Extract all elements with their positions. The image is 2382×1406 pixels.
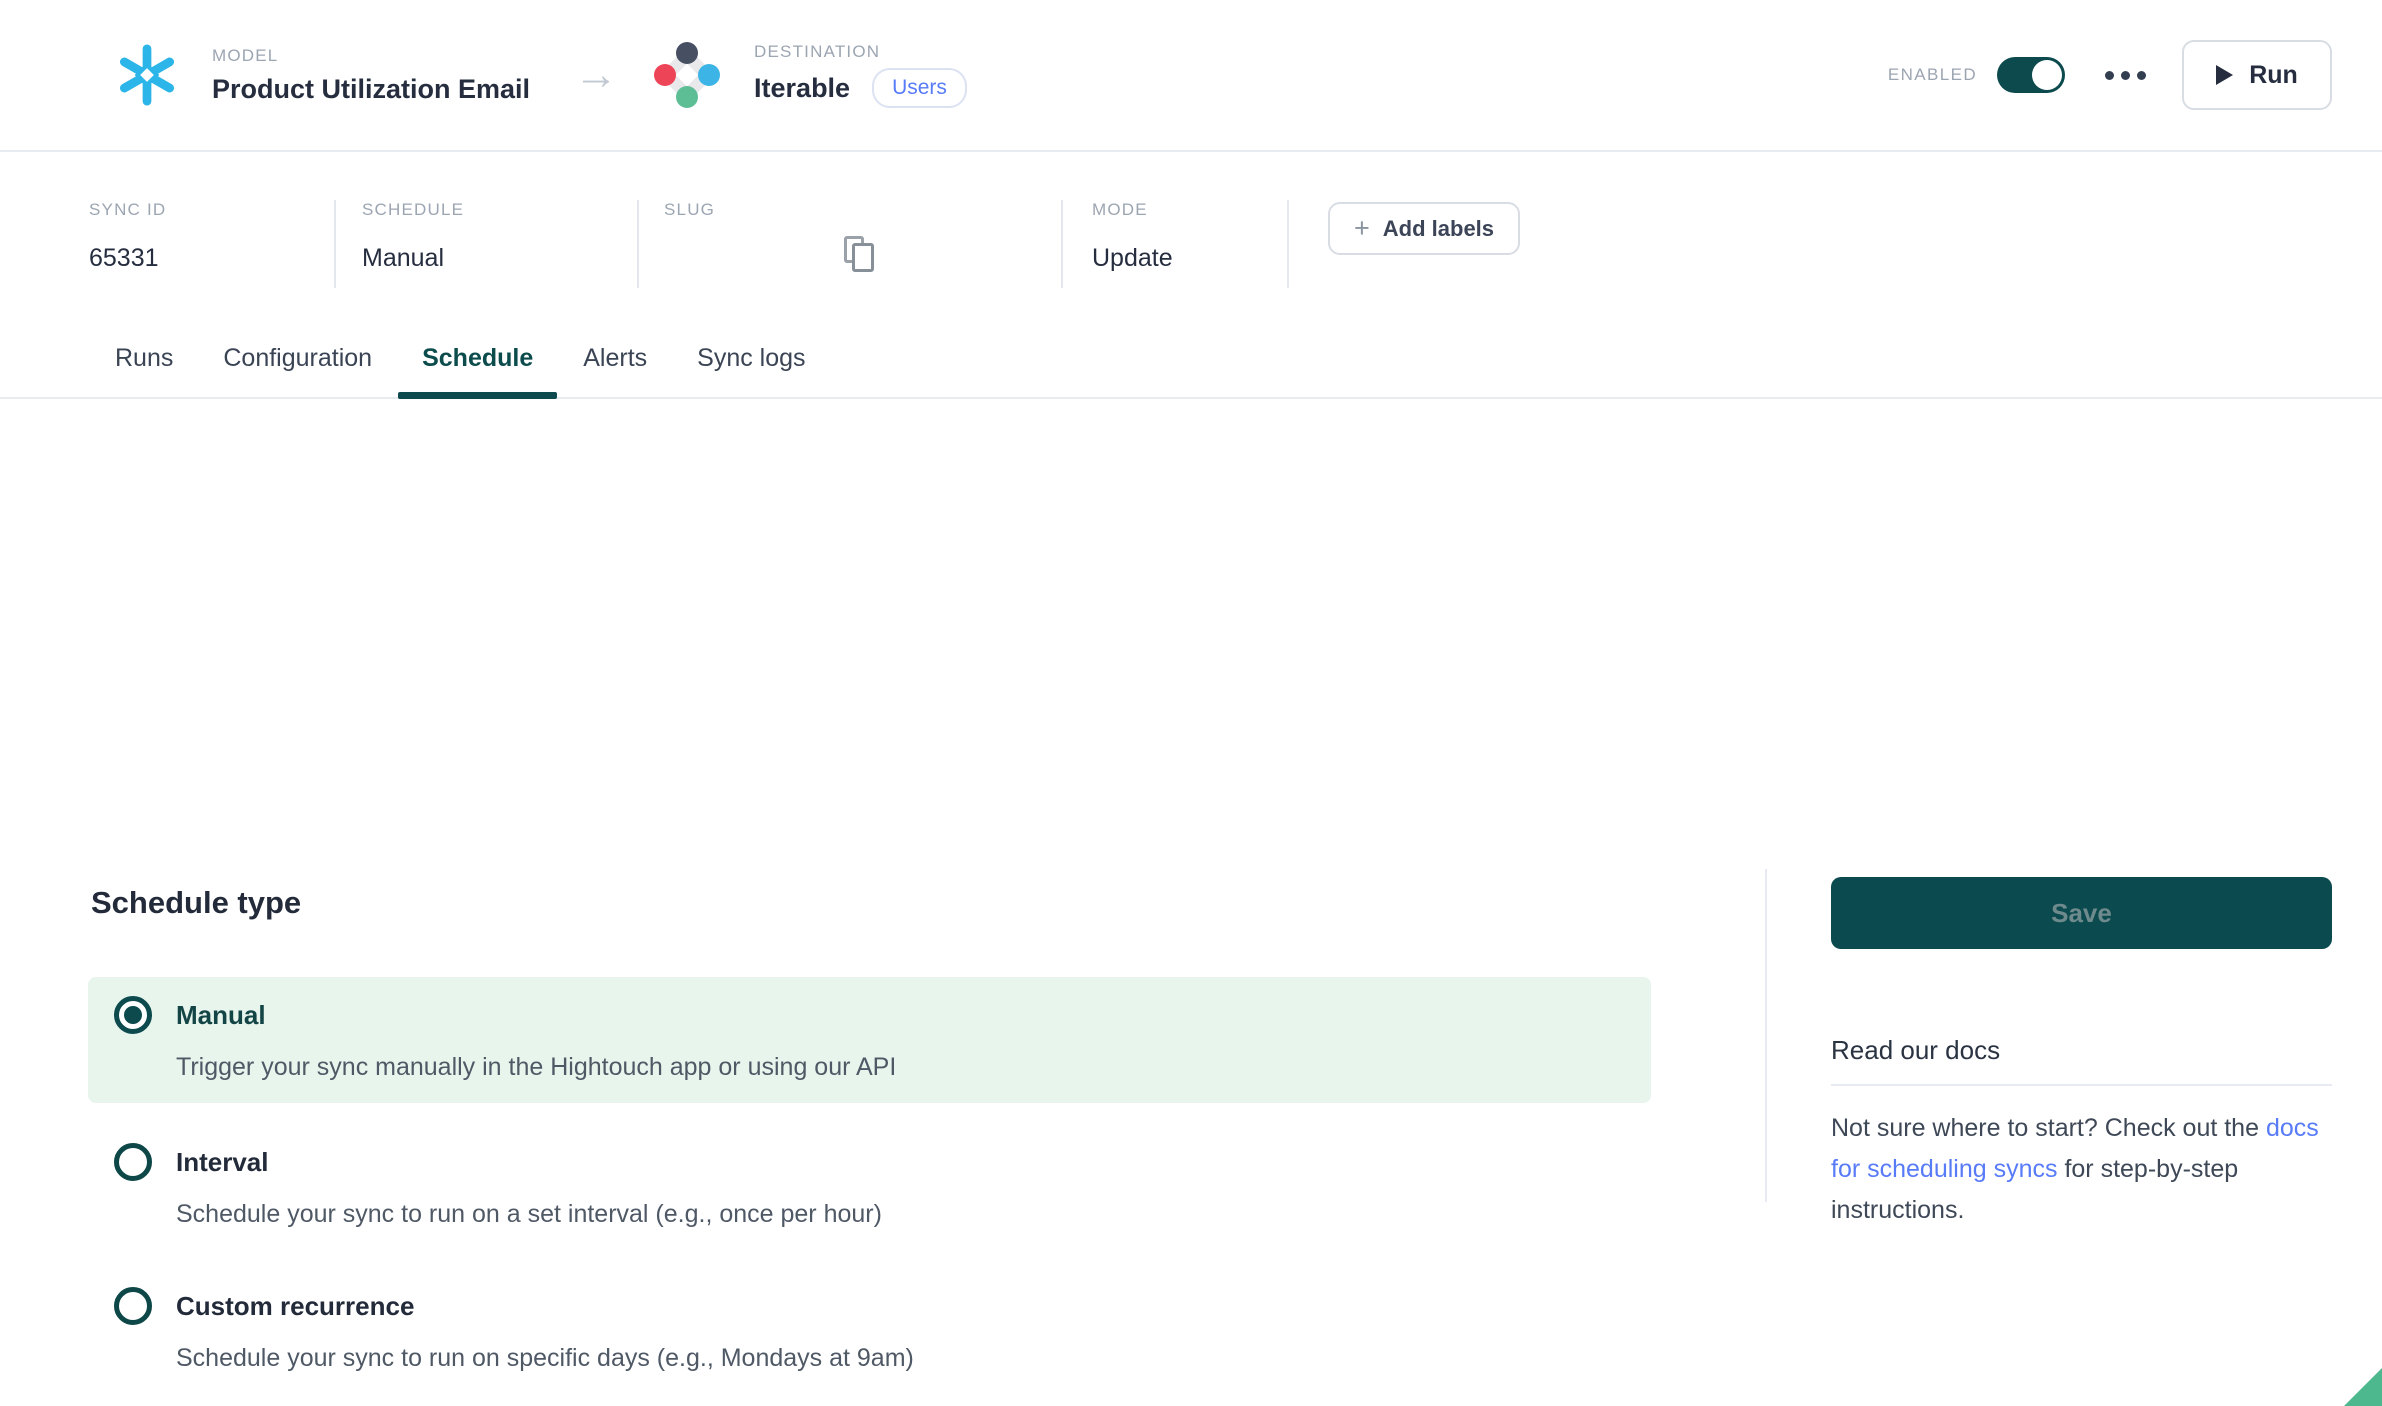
schedule-sidebar: Save Read our docs Not sure where to sta… bbox=[1831, 877, 2332, 1231]
sync-id-value: 65331 bbox=[89, 244, 334, 274]
arrow-right-icon: → bbox=[574, 50, 618, 100]
tab-schedule[interactable]: Schedule bbox=[422, 344, 533, 397]
schedule-field: SCHEDULE Manual bbox=[336, 200, 639, 288]
schedule-label: SCHEDULE bbox=[362, 200, 637, 220]
schedule-option-interval[interactable]: Interval Schedule your sync to run on a … bbox=[88, 1143, 1651, 1230]
docs-paragraph: Not sure where to start? Check out the d… bbox=[1831, 1108, 2332, 1231]
destination-entity: DESTINATION Iterable Users bbox=[654, 42, 967, 108]
docs-text-before: Not sure where to start? Check out the bbox=[1831, 1114, 2266, 1142]
docs-heading: Read our docs bbox=[1831, 1035, 2332, 1066]
radio-icon[interactable] bbox=[114, 1143, 152, 1181]
slug-label: SLUG bbox=[664, 200, 1061, 220]
mode-field: MODE Update bbox=[1063, 200, 1289, 288]
slug-field: SLUG bbox=[639, 200, 1063, 288]
schedule-option-manual[interactable]: Manual Trigger your sync manually in the… bbox=[88, 977, 1651, 1103]
tab-configuration[interactable]: Configuration bbox=[223, 344, 372, 397]
model-name[interactable]: Product Utilization Email bbox=[212, 74, 530, 105]
destination-name[interactable]: Iterable bbox=[754, 73, 850, 104]
option-description: Schedule your sync to run on specific da… bbox=[176, 1342, 914, 1374]
sync-header: MODEL Product Utilization Email → DESTIN… bbox=[0, 0, 2382, 152]
destination-label: DESTINATION bbox=[754, 42, 967, 62]
sync-schedule-page: MODEL Product Utilization Email → DESTIN… bbox=[0, 0, 2382, 1406]
sync-metadata-row: SYNC ID 65331 SCHEDULE Manual SLUG MODE … bbox=[0, 200, 2382, 292]
add-labels-label: Add labels bbox=[1383, 216, 1494, 242]
model-entity: MODEL Product Utilization Email bbox=[116, 44, 530, 106]
save-button[interactable]: Save bbox=[1831, 877, 2332, 949]
add-labels-button[interactable]: + Add labels bbox=[1328, 202, 1520, 255]
content-divider bbox=[1765, 869, 1767, 1202]
enabled-label: ENABLED bbox=[1888, 65, 1977, 85]
option-label: Interval bbox=[176, 1145, 882, 1179]
tab-alerts[interactable]: Alerts bbox=[583, 344, 647, 397]
sync-id-field: SYNC ID 65331 bbox=[89, 200, 336, 288]
docs-divider bbox=[1831, 1084, 2332, 1086]
schedule-option-custom-recurrence[interactable]: Custom recurrence Schedule your sync to … bbox=[88, 1287, 1651, 1374]
option-label: Manual bbox=[176, 998, 896, 1032]
copy-icon[interactable] bbox=[844, 236, 876, 272]
enabled-toggle[interactable] bbox=[1997, 57, 2065, 93]
radio-selected-icon[interactable] bbox=[114, 996, 152, 1034]
option-label: Custom recurrence bbox=[176, 1289, 914, 1323]
toggle-knob bbox=[2032, 60, 2062, 90]
tab-sync-logs[interactable]: Sync logs bbox=[697, 344, 805, 397]
overflow-menu-icon[interactable] bbox=[2105, 71, 2146, 80]
iterable-icon bbox=[654, 42, 720, 108]
sync-id-label: SYNC ID bbox=[89, 200, 334, 220]
run-button-label: Run bbox=[2249, 61, 2298, 90]
snowflake-icon bbox=[116, 44, 178, 106]
run-button[interactable]: Run bbox=[2182, 40, 2332, 110]
plus-icon: + bbox=[1354, 215, 1370, 242]
option-description: Schedule your sync to run on a set inter… bbox=[176, 1198, 882, 1230]
schedule-type-heading: Schedule type bbox=[88, 859, 1651, 921]
radio-icon[interactable] bbox=[114, 1287, 152, 1325]
tab-runs[interactable]: Runs bbox=[115, 344, 173, 397]
mode-value: Update bbox=[1092, 244, 1287, 274]
destination-type-badge[interactable]: Users bbox=[872, 68, 967, 108]
option-description: Trigger your sync manually in the Highto… bbox=[176, 1051, 896, 1083]
play-icon bbox=[2216, 65, 2233, 85]
schedule-value: Manual bbox=[362, 244, 637, 274]
model-label: MODEL bbox=[212, 46, 530, 66]
mode-label: MODE bbox=[1092, 200, 1287, 220]
schedule-type-section: Schedule type Manual Trigger your sync m… bbox=[88, 859, 1651, 1406]
sync-tabs: Runs Configuration Schedule Alerts Sync … bbox=[0, 344, 2382, 399]
chat-widget-corner[interactable] bbox=[2344, 1368, 2382, 1406]
